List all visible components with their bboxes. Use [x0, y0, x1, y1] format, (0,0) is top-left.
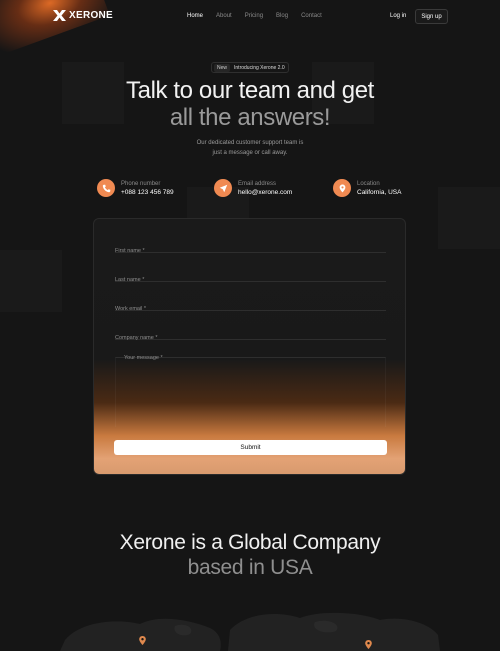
contact-phone: Phone number +088 123 456 789 [97, 179, 174, 197]
announcement-badge[interactable]: New Introducing Xerone 2.0 [211, 62, 289, 73]
location-value: California, USA [357, 188, 402, 196]
signup-button[interactable]: Sign up [415, 9, 448, 24]
last-name-label: Last name * [115, 277, 145, 283]
map-pin-icon[interactable] [139, 636, 146, 645]
company-name-label: Company name * [115, 335, 158, 341]
logo[interactable]: XERONE [53, 10, 113, 21]
nav-link-contact[interactable]: Contact [301, 13, 322, 19]
work-email-field[interactable]: Work email * [115, 297, 386, 312]
location-pin-icon [333, 179, 351, 197]
message-label: Your message * [124, 355, 163, 361]
first-name-field[interactable]: First name * [115, 239, 386, 254]
hero-subtitle: Our dedicated customer support team is j… [0, 139, 500, 158]
nav-links: Home About Pricing Blog Contact [187, 13, 335, 19]
login-link[interactable]: Log in [390, 13, 406, 19]
logo-mark-icon [53, 10, 66, 21]
global-title-line2: based in USA [187, 556, 313, 579]
top-nav: XERONE Home About Pricing Blog Contact L… [0, 0, 500, 34]
submit-button[interactable]: Submit [114, 440, 387, 455]
background-tile [438, 187, 500, 249]
phone-icon [97, 179, 115, 197]
phone-value[interactable]: +088 123 456 789 [121, 189, 174, 196]
global-title-line1: Xerone is a Global Company [119, 531, 381, 554]
hero-subtitle-line1: Our dedicated customer support team is [196, 140, 304, 146]
send-icon [214, 179, 232, 197]
badge-text: Introducing Xerone 2.0 [234, 64, 285, 71]
nav-link-about[interactable]: About [216, 13, 232, 19]
first-name-label: First name * [115, 248, 145, 254]
nav-link-pricing[interactable]: Pricing [245, 13, 263, 19]
phone-label: Phone number [121, 180, 161, 187]
work-email-label: Work email * [115, 306, 147, 312]
email-label: Email address [238, 180, 277, 187]
world-map [60, 612, 440, 651]
nav-link-home[interactable]: Home [187, 13, 203, 19]
background-tile [0, 250, 62, 312]
contact-form: First name * Last name * Work email * Co… [93, 218, 406, 475]
hero-subtitle-line2: just a message or call away. [212, 149, 288, 156]
company-name-field[interactable]: Company name * [115, 326, 386, 341]
contact-email: Email address hello@xerone.com [214, 179, 292, 197]
hero-title-line1: Talk to our team and get [126, 77, 374, 104]
nav-link-blog[interactable]: Blog [276, 13, 288, 19]
page: XERONE Home About Pricing Blog Contact L… [0, 0, 500, 651]
contact-location: Location California, USA [333, 179, 401, 197]
map-pin-icon[interactable] [365, 640, 372, 649]
location-label: Location [357, 180, 380, 187]
email-value[interactable]: hello@xerone.com [238, 189, 292, 196]
hero-title-line2: all the answers! [169, 104, 331, 131]
logo-text: XERONE [69, 10, 114, 21]
badge-tag: New [214, 63, 231, 72]
last-name-field[interactable]: Last name * [115, 268, 386, 283]
message-textarea[interactable] [115, 357, 386, 427]
